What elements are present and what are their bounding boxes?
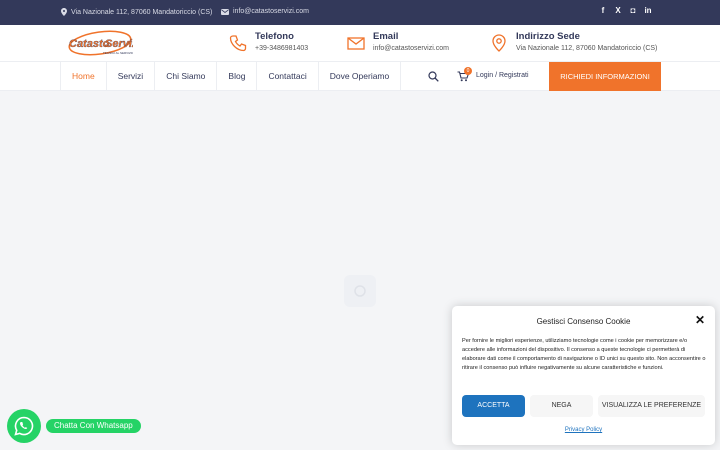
topbar-email[interactable]: info@catastoservizi.com bbox=[221, 8, 309, 15]
linkedin-icon[interactable]: in bbox=[644, 6, 652, 15]
topbar-email-text[interactable]: info@catastoservizi.com bbox=[233, 8, 309, 15]
cookie-consent-dialog: Gestisci Consenso Cookie ✕ Per fornire l… bbox=[452, 306, 715, 445]
nav-item-home[interactable]: Home bbox=[60, 62, 107, 91]
topbar-address-text: Via Nazionale 112, 87060 Mandatoriccio (… bbox=[71, 8, 213, 16]
site-header: Catasto Servizi TECNICI AL SERVIZIO Tele… bbox=[0, 25, 720, 61]
flickr-icon[interactable]: ◘ bbox=[629, 6, 637, 15]
topbar-address: Via Nazionale 112, 87060 Mandatoriccio (… bbox=[61, 8, 212, 16]
address-title: Indirizzo Sede bbox=[516, 31, 580, 42]
whatsapp-chat-label[interactable]: Chatta Con Whatsapp bbox=[46, 419, 141, 433]
nav-menu: Home Servizi Chi Siamo Blog Contattaci D… bbox=[60, 62, 402, 91]
loading-spinner-icon bbox=[354, 285, 366, 297]
email-title: Email bbox=[373, 31, 399, 42]
phone-title: Telefono bbox=[255, 31, 294, 42]
deny-cookies-button[interactable]: NEGA bbox=[530, 395, 593, 417]
cart-count-badge: 0 bbox=[464, 67, 472, 75]
search-icon[interactable] bbox=[428, 71, 439, 82]
accept-cookies-button[interactable]: ACCETTA bbox=[462, 395, 525, 417]
location-icon bbox=[61, 8, 67, 16]
cookie-dialog-title: Gestisci Consenso Cookie bbox=[536, 317, 631, 326]
nav-item-chi-siamo[interactable]: Chi Siamo bbox=[155, 62, 218, 91]
nav-item-servizi[interactable]: Servizi bbox=[107, 62, 156, 91]
request-info-button[interactable]: RICHIEDI INFORMAZIONI bbox=[549, 62, 661, 91]
login-register-link[interactable]: Login / Registrati bbox=[476, 72, 529, 79]
whatsapp-button[interactable] bbox=[7, 409, 41, 443]
phone-icon bbox=[229, 35, 247, 52]
privacy-policy-link[interactable]: Privacy Policy bbox=[452, 427, 715, 433]
nav-item-dove-operiamo[interactable]: Dove Operiamo bbox=[319, 62, 402, 91]
whatsapp-icon bbox=[14, 416, 34, 436]
map-pin-icon bbox=[492, 34, 506, 52]
top-bar: Via Nazionale 112, 87060 Mandatoriccio (… bbox=[0, 0, 720, 25]
svg-text:Catasto: Catasto bbox=[69, 38, 110, 50]
email-value[interactable]: info@catastoservizi.com bbox=[373, 45, 449, 52]
header-phone: Telefono +39-3486981403 bbox=[229, 31, 308, 52]
mail-icon bbox=[221, 8, 229, 15]
phone-value[interactable]: +39-3486981403 bbox=[255, 45, 308, 52]
svg-text:TECNICI AL SERVIZIO: TECNICI AL SERVIZIO bbox=[103, 51, 133, 55]
facebook-icon[interactable]: f bbox=[599, 6, 607, 15]
nav-item-blog[interactable]: Blog bbox=[217, 62, 258, 91]
close-icon[interactable]: ✕ bbox=[695, 313, 705, 327]
svg-text:Servizi: Servizi bbox=[105, 38, 133, 50]
cookie-dialog-text: Per fornire le migliori esperienze, util… bbox=[462, 338, 706, 371]
site-logo[interactable]: Catasto Servizi TECNICI AL SERVIZIO bbox=[67, 27, 133, 59]
header-email: Email info@catastoservizi.com bbox=[347, 31, 449, 52]
social-links: f X ◘ in bbox=[599, 6, 652, 15]
envelope-icon bbox=[347, 37, 365, 50]
page-loader bbox=[344, 275, 376, 307]
main-navigation: Home Servizi Chi Siamo Blog Contattaci D… bbox=[0, 61, 720, 91]
x-twitter-icon[interactable]: X bbox=[614, 6, 622, 15]
nav-item-contattaci[interactable]: Contattaci bbox=[257, 62, 319, 91]
address-value: Via Nazionale 112, 87060 Mandatoriccio (… bbox=[516, 45, 658, 52]
view-preferences-button[interactable]: VISUALIZZA LE PREFERENZE bbox=[598, 395, 705, 417]
header-address: Indirizzo Sede Via Nazionale 112, 87060 … bbox=[490, 31, 657, 52]
